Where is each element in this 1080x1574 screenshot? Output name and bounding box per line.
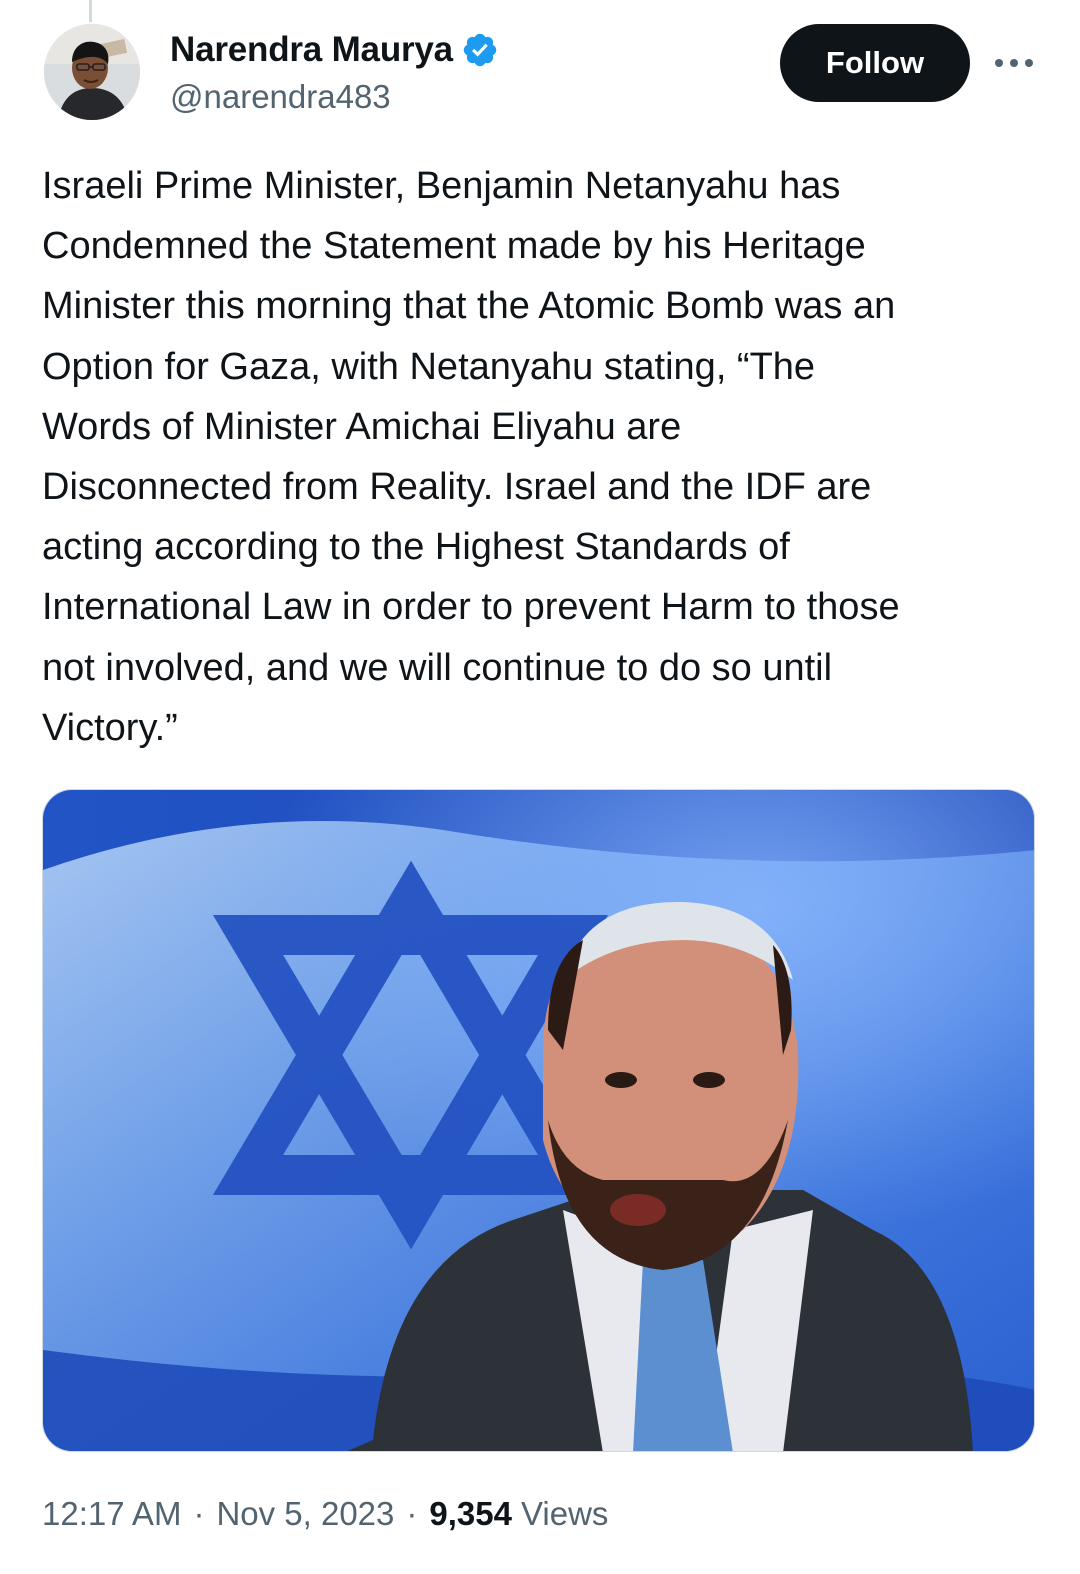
verified-badge-icon[interactable] [461, 31, 499, 69]
tweet-time[interactable]: 12:17 AM [42, 1495, 181, 1533]
tweet-meta: 12:17 AM · Nov 5, 2023 · 9,354 Views [42, 1495, 608, 1533]
more-horizontal-icon [995, 59, 1033, 67]
more-options-button[interactable] [988, 44, 1040, 82]
author-name-row: Narendra Maurya [170, 26, 499, 74]
avatar[interactable] [44, 24, 140, 120]
thread-connector-line [89, 0, 92, 22]
tweet-media-image[interactable] [42, 789, 1035, 1452]
follow-button[interactable]: Follow [780, 24, 970, 102]
meta-separator: · [406, 1495, 418, 1532]
meta-separator: · [193, 1495, 205, 1532]
views-count[interactable]: 9,354 [429, 1495, 512, 1533]
tweet-text: Israeli Prime Minister, Benjamin Netanya… [42, 165, 900, 749]
tweet-date[interactable]: Nov 5, 2023 [216, 1495, 394, 1533]
views-label[interactable]: Views [521, 1495, 608, 1533]
author-handle[interactable]: @narendra483 [170, 78, 391, 116]
author-display-name[interactable]: Narendra Maurya [170, 30, 453, 70]
tweet-header: Narendra Maurya @narendra483 Follow [44, 24, 1040, 124]
